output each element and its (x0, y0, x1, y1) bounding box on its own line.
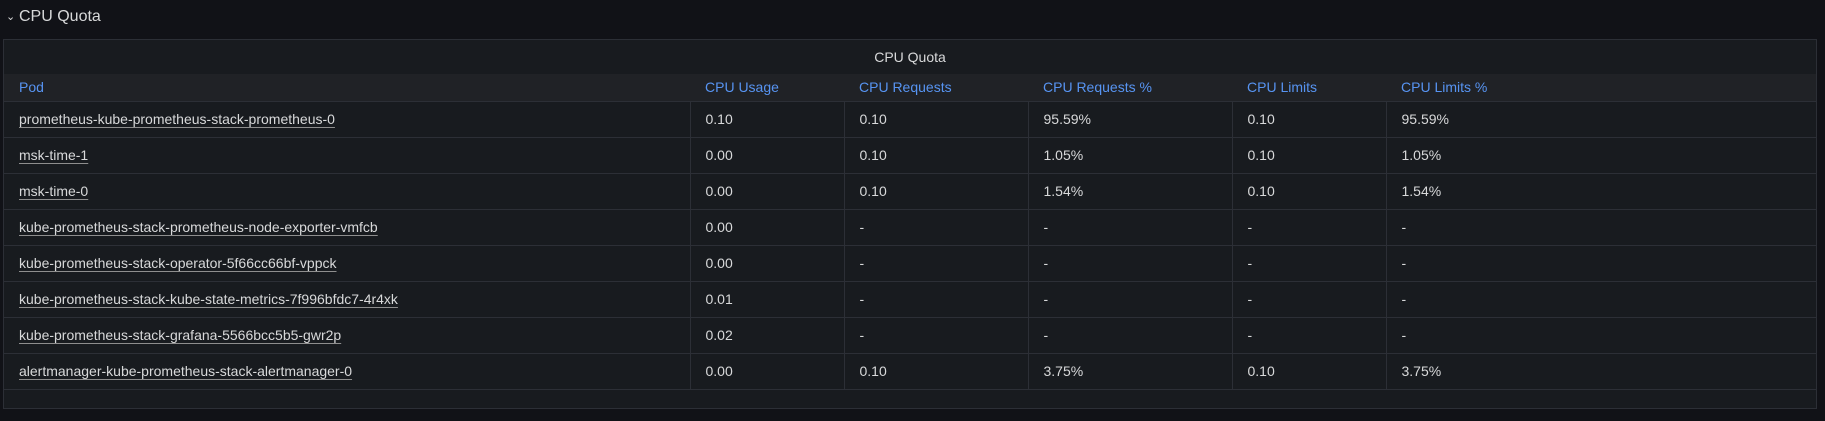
cpu-requests-cell: 0.10 (844, 137, 1029, 174)
column-header-cpu-limits[interactable]: CPU Limits (1232, 74, 1386, 102)
table-row: alertmanager-kube-prometheus-stack-alert… (4, 353, 1816, 390)
cpu-requests-percent-cell: 1.05% (1028, 137, 1233, 174)
table-row: msk-time-0 0.00 0.10 1.54% 0.10 1.54% (4, 173, 1816, 210)
panel-title[interactable]: CPU Quota (4, 40, 1816, 74)
cpu-limits-percent-cell: 1.54% (1386, 173, 1816, 210)
cpu-limits-cell: 0.10 (1232, 101, 1387, 138)
cpu-usage-cell: 0.01 (690, 281, 845, 318)
cpu-requests-percent-cell: 1.54% (1028, 173, 1233, 210)
pod-link[interactable]: kube-prometheus-stack-prometheus-node-ex… (19, 219, 378, 235)
cpu-usage-cell: 0.00 (690, 173, 845, 210)
pod-cell: prometheus-kube-prometheus-stack-prometh… (4, 101, 691, 138)
cpu-requests-percent-cell: 3.75% (1028, 353, 1233, 390)
cpu-limits-percent-cell: 1.05% (1386, 137, 1816, 174)
pod-cell: msk-time-1 (4, 137, 691, 174)
column-header-pod[interactable]: Pod (4, 74, 690, 102)
table-row: prometheus-kube-prometheus-stack-prometh… (4, 101, 1816, 138)
chevron-down-icon[interactable]: ⌄ (6, 10, 16, 23)
cpu-limits-cell: 0.10 (1232, 353, 1387, 390)
cpu-usage-cell: 0.02 (690, 317, 845, 354)
cpu-usage-cell: 0.00 (690, 137, 845, 174)
pod-cell: kube-prometheus-stack-operator-5f66cc66b… (4, 245, 691, 282)
cpu-limits-percent-cell: - (1386, 281, 1816, 318)
cpu-limits-percent-cell: - (1386, 245, 1816, 282)
cpu-requests-cell: - (844, 317, 1029, 354)
pod-link[interactable]: kube-prometheus-stack-grafana-5566bcc5b5… (19, 327, 341, 343)
cpu-quota-panel: CPU Quota Pod CPU Usage CPU Requests CPU… (3, 39, 1817, 409)
cpu-limits-cell: - (1232, 281, 1387, 318)
cpu-limits-percent-cell: 95.59% (1386, 101, 1816, 138)
table-row: kube-prometheus-stack-operator-5f66cc66b… (4, 245, 1816, 282)
row-header[interactable]: ⌄ CPU Quota (0, 0, 1825, 33)
cpu-limits-cell: - (1232, 317, 1387, 354)
table-row: kube-prometheus-stack-grafana-5566bcc5b5… (4, 317, 1816, 354)
pod-link[interactable]: prometheus-kube-prometheus-stack-prometh… (19, 111, 335, 127)
column-header-cpu-limits-percent[interactable]: CPU Limits % (1386, 74, 1816, 102)
cpu-requests-cell: - (844, 209, 1029, 246)
cpu-limits-percent-cell: - (1386, 317, 1816, 354)
pod-cell: kube-prometheus-stack-kube-state-metrics… (4, 281, 691, 318)
pod-link[interactable]: msk-time-1 (19, 147, 88, 163)
cpu-limits-cell: 0.10 (1232, 173, 1387, 210)
cpu-requests-percent-cell: 95.59% (1028, 101, 1233, 138)
cpu-limits-percent-cell: - (1386, 209, 1816, 246)
pod-cell: alertmanager-kube-prometheus-stack-alert… (4, 353, 691, 390)
cpu-requests-cell: - (844, 245, 1029, 282)
pod-cell: kube-prometheus-stack-grafana-5566bcc5b5… (4, 317, 691, 354)
column-header-cpu-requests[interactable]: CPU Requests (844, 74, 1028, 102)
cpu-usage-cell: 0.00 (690, 353, 845, 390)
cpu-limits-cell: - (1232, 209, 1387, 246)
cpu-requests-cell: 0.10 (844, 173, 1029, 210)
table-header-row: Pod CPU Usage CPU Requests CPU Requests … (4, 74, 1816, 102)
cpu-requests-percent-cell: - (1028, 317, 1233, 354)
pod-link[interactable]: kube-prometheus-stack-kube-state-metrics… (19, 291, 398, 307)
pod-link[interactable]: msk-time-0 (19, 183, 88, 199)
table-row: msk-time-1 0.00 0.10 1.05% 0.10 1.05% (4, 137, 1816, 174)
cpu-usage-cell: 0.00 (690, 245, 845, 282)
cpu-quota-table: Pod CPU Usage CPU Requests CPU Requests … (4, 74, 1816, 390)
pod-cell: kube-prometheus-stack-prometheus-node-ex… (4, 209, 691, 246)
row-title[interactable]: CPU Quota (19, 8, 101, 26)
cpu-requests-cell: 0.10 (844, 101, 1029, 138)
cpu-requests-percent-cell: - (1028, 245, 1233, 282)
pod-link[interactable]: kube-prometheus-stack-operator-5f66cc66b… (19, 255, 337, 271)
cpu-usage-cell: 0.10 (690, 101, 845, 138)
cpu-requests-percent-cell: - (1028, 281, 1233, 318)
column-header-cpu-requests-percent[interactable]: CPU Requests % (1028, 74, 1232, 102)
cpu-limits-cell: - (1232, 245, 1387, 282)
table-row: kube-prometheus-stack-kube-state-metrics… (4, 281, 1816, 318)
cpu-requests-cell: - (844, 281, 1029, 318)
cpu-requests-cell: 0.10 (844, 353, 1029, 390)
cpu-limits-cell: 0.10 (1232, 137, 1387, 174)
column-header-cpu-usage[interactable]: CPU Usage (690, 74, 844, 102)
cpu-limits-percent-cell: 3.75% (1386, 353, 1816, 390)
pod-cell: msk-time-0 (4, 173, 691, 210)
cpu-usage-cell: 0.00 (690, 209, 845, 246)
cpu-requests-percent-cell: - (1028, 209, 1233, 246)
table-row: kube-prometheus-stack-prometheus-node-ex… (4, 209, 1816, 246)
pod-link[interactable]: alertmanager-kube-prometheus-stack-alert… (19, 363, 352, 379)
